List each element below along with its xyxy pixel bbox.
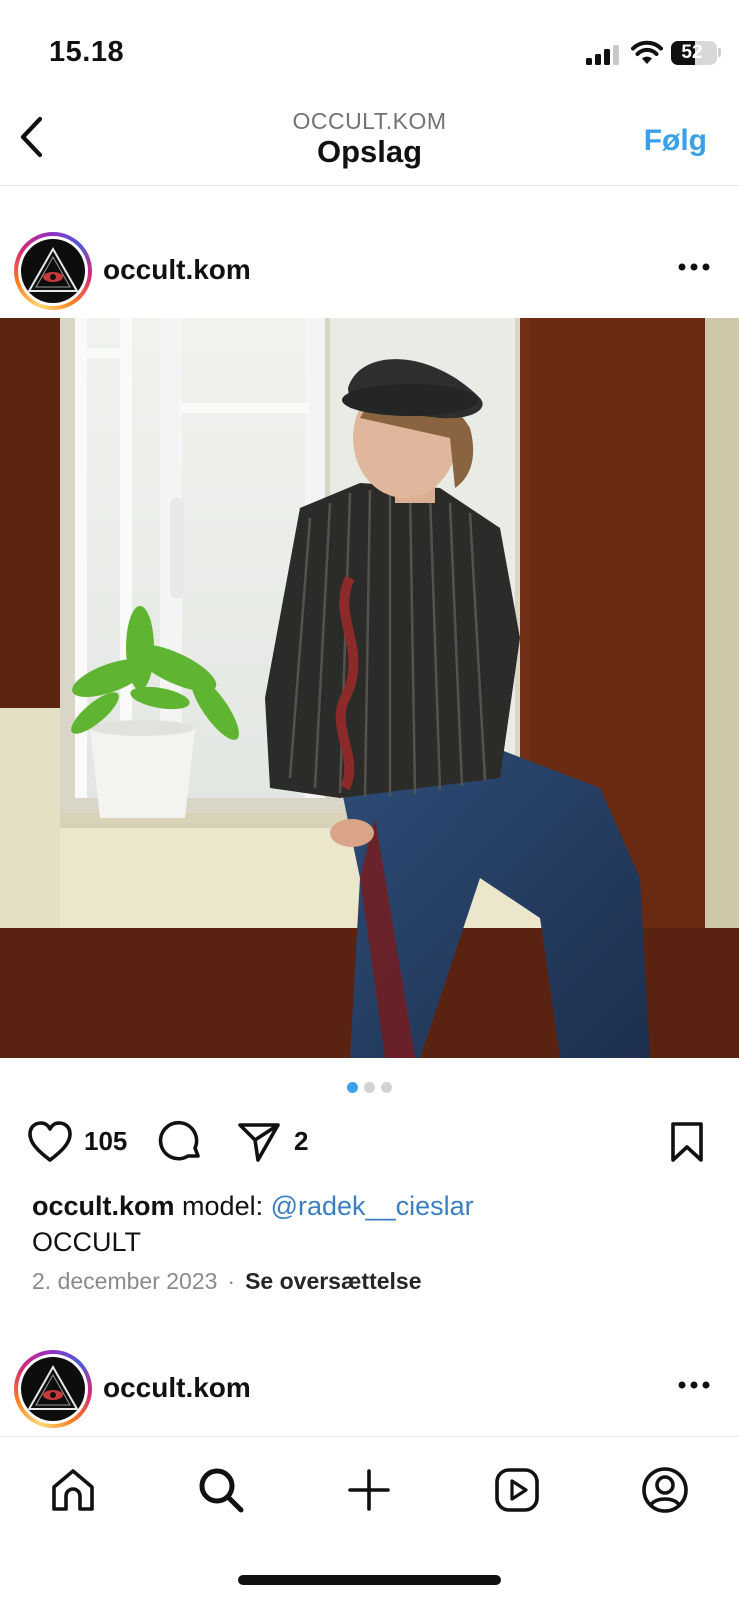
avatar[interactable] [14,232,92,310]
post-actions: 105 2 [0,1112,739,1172]
caption-username[interactable]: occult.kom [32,1191,175,1221]
occult-logo-icon [27,1364,79,1410]
bottom-navigation [0,1436,739,1600]
home-indicator [238,1575,501,1585]
carousel-dot [347,1082,358,1093]
post-header: occult.kom [0,218,739,314]
more-horizontal-icon[interactable] [677,1380,711,1390]
share-count[interactable]: 2 [294,1126,308,1157]
more-horizontal-icon[interactable] [677,262,711,272]
heart-icon[interactable] [26,1120,74,1164]
post-username[interactable]: occult.kom [103,254,251,286]
follow-button[interactable]: Følg [644,124,707,158]
plus-icon[interactable] [344,1465,394,1515]
see-translation-link[interactable]: Se oversættelse [245,1268,421,1294]
battery-percent: 52 [681,42,703,63]
home-icon[interactable] [48,1465,98,1515]
page-title: Opslag [316,134,423,169]
send-icon[interactable] [236,1120,282,1164]
carousel-dot [364,1082,375,1093]
next-post-username[interactable]: occult.kom [103,1372,251,1404]
caption-second-line: OCCULT [32,1227,142,1257]
comment-icon[interactable] [158,1119,204,1165]
status-time: 15.18 [49,36,125,68]
bookmark-icon[interactable] [668,1120,706,1164]
post-caption: occult.kom model: @radek__cieslar OCCULT [32,1188,712,1260]
top-navigation-header: OCCULT.KOM Opslag Følg [0,96,739,186]
profile-icon[interactable] [640,1465,690,1515]
header-subtitle: OCCULT.KOM [292,108,447,134]
battery-icon: 52 [671,41,717,65]
battery-tip [718,48,721,57]
carousel-dot [381,1082,392,1093]
caption-text: model: [182,1191,264,1221]
post-image [0,318,739,1058]
post-date: 2. december 2023 [32,1268,218,1294]
reels-icon[interactable] [492,1465,542,1515]
post-photo[interactable] [0,318,739,1058]
search-icon[interactable] [196,1465,246,1515]
cellular-signal-icon [586,45,619,65]
meta-separator: · [227,1268,236,1294]
wifi-icon [631,40,663,64]
carousel-indicator [0,1080,739,1094]
status-bar: 15.18 52 [0,0,739,96]
caption-mention[interactable]: @radek__cieslar [271,1191,474,1221]
next-post-header: occult.kom [0,1336,739,1432]
like-count[interactable]: 105 [84,1126,127,1157]
post-meta: 2. december 2023 · Se oversættelse [32,1268,422,1295]
avatar[interactable] [14,1350,92,1428]
occult-logo-icon [27,246,79,292]
